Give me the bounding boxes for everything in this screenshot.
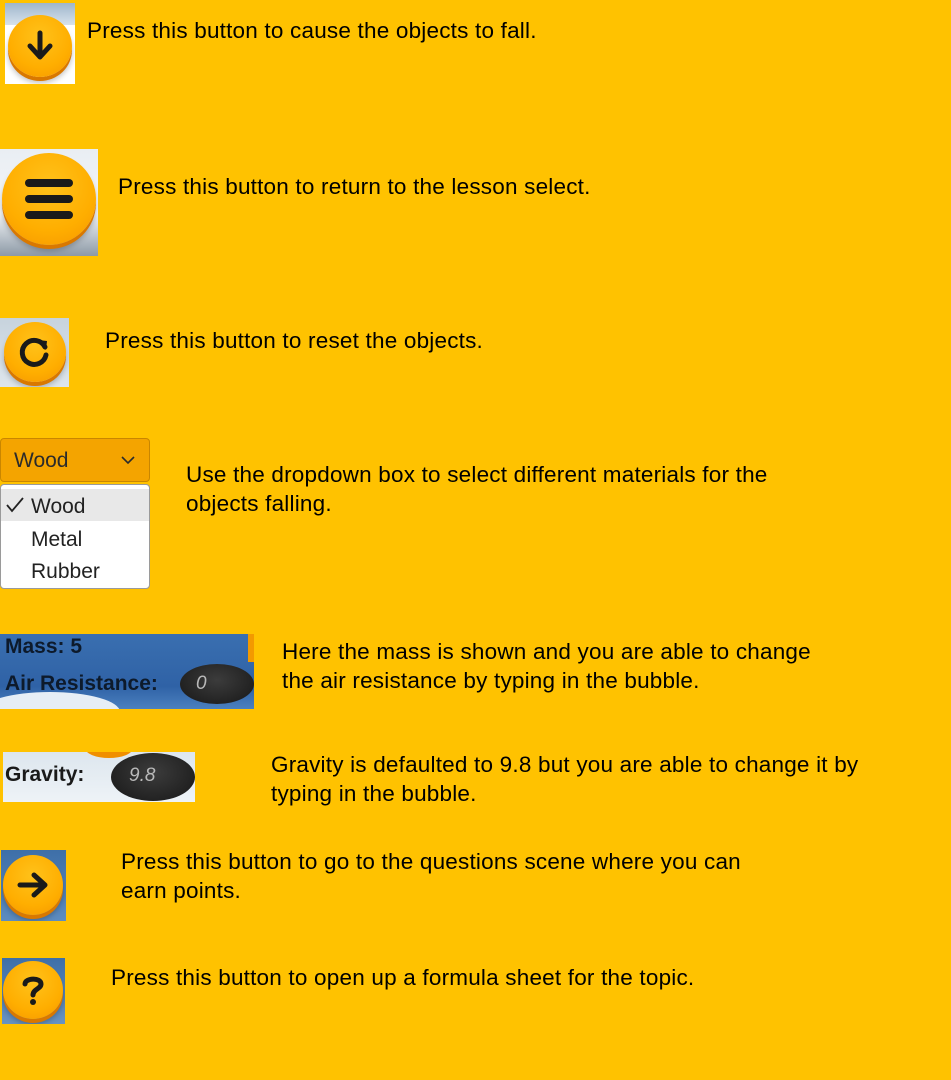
reset-button-thumbnail [0, 318, 69, 387]
gravity-input[interactable]: 9.8 [111, 753, 195, 801]
option-label: Rubber [31, 560, 100, 583]
gravity-value: 9.8 [129, 765, 156, 786]
lesson-select-button[interactable] [2, 153, 96, 245]
dropdown-menu: Wood Metal Rubber [0, 484, 150, 589]
dropdown-description: Use the dropdown box to select different… [186, 460, 768, 518]
mass-description-line1: Here the mass is shown and you are able … [282, 639, 811, 664]
mass-description-line2: the air resistance by typing in the bubb… [282, 668, 700, 693]
formula-button-thumbnail [2, 958, 65, 1024]
mass-description: Here the mass is shown and you are able … [282, 637, 811, 695]
air-resistance-value: 0 [196, 673, 207, 694]
mass-label: Mass: 5 [5, 635, 83, 658]
checkmark-icon [6, 497, 24, 513]
dropdown-option-metal[interactable]: Metal [1, 522, 149, 554]
arrow-down-icon [27, 30, 53, 60]
air-resistance-input[interactable]: 0 [180, 664, 254, 704]
gravity-description-line2: typing in the bubble. [271, 781, 477, 806]
gravity-description: Gravity is defaulted to 9.8 but you are … [271, 750, 858, 808]
questions-description-line2: earn points. [121, 878, 241, 903]
option-label: Metal [31, 528, 83, 551]
formula-sheet-button[interactable] [3, 961, 63, 1019]
menu-icon [25, 179, 73, 219]
material-dropdown[interactable]: Wood [0, 438, 150, 482]
dropdown-description-line1: Use the dropdown box to select different… [186, 462, 768, 487]
fall-button[interactable] [8, 15, 72, 77]
question-icon [22, 976, 44, 1005]
gravity-panel: Gravity: 9.8 [3, 752, 195, 802]
reset-button[interactable] [4, 322, 66, 382]
mass-panel: Mass: 5 Air Resistance: 0 [0, 634, 254, 709]
dropdown-description-line2: objects falling. [186, 491, 332, 516]
menu-button-thumbnail [0, 149, 98, 256]
dropdown-option-wood[interactable]: Wood [1, 489, 149, 521]
formula-description: Press this button to open up a formula s… [111, 965, 695, 990]
fall-description: Press this button to cause the objects t… [87, 18, 537, 43]
gravity-description-line1: Gravity is defaulted to 9.8 but you are … [271, 752, 859, 777]
fall-button-thumbnail [5, 3, 75, 84]
questions-description-line1: Press this button to go to the questions… [121, 849, 741, 874]
dropdown-selected-value: Wood [14, 449, 69, 472]
chevron-down-icon [121, 456, 135, 465]
arrow-right-icon [17, 872, 48, 898]
gravity-label: Gravity: [5, 763, 85, 786]
questions-button[interactable] [3, 855, 63, 915]
reset-description: Press this button to reset the objects. [105, 328, 483, 353]
reset-icon [19, 337, 49, 367]
air-resistance-label: Air Resistance: [5, 672, 158, 695]
questions-description: Press this button to go to the questions… [121, 847, 741, 905]
menu-description: Press this button to return to the lesso… [118, 174, 591, 199]
questions-button-thumbnail [1, 850, 66, 921]
dropdown-option-rubber[interactable]: Rubber [1, 554, 149, 586]
option-label: Wood [31, 495, 86, 518]
